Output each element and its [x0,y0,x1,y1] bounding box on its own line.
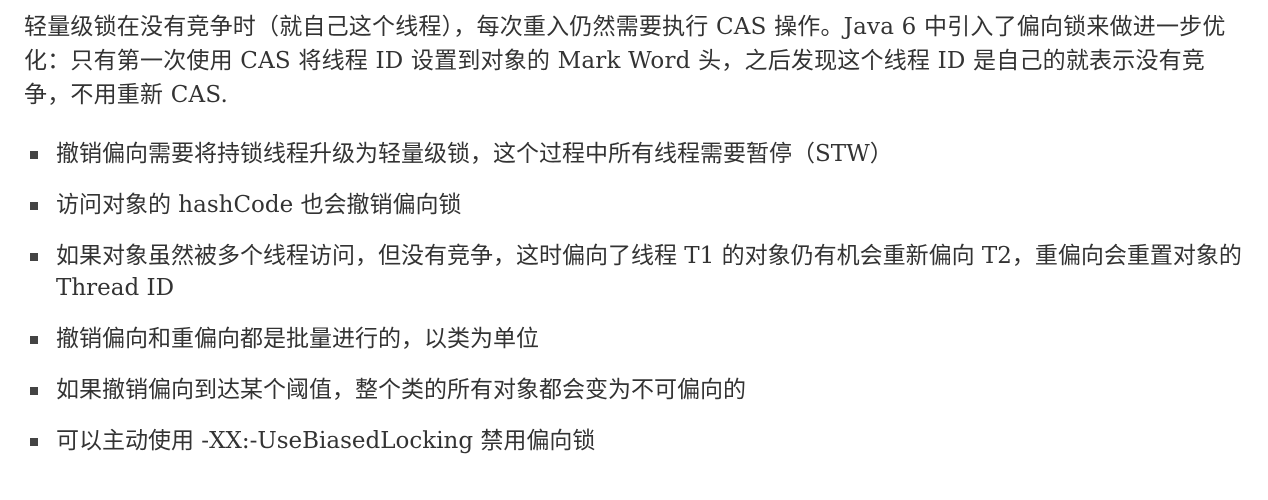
bullet-list: 撤销偏向需要将持锁线程升级为轻量级锁，这个过程中所有线程需要暂停（STW） 访问… [24,138,1244,457]
list-item: 可以主动使用 -XX:-UseBiasedLocking 禁用偏向锁 [24,425,1244,457]
list-item-text: 如果撤销偏向到达某个阈值，整个类的所有对象都会变为不可偏向的 [56,377,746,403]
list-item-text: 访问对象的 hashCode 也会撤销偏向锁 [56,192,462,218]
square-bullet-icon [30,387,38,395]
list-item-text: 撤销偏向和重偏向都是批量进行的，以类为单位 [56,326,539,352]
list-item: 访问对象的 hashCode 也会撤销偏向锁 [24,189,1244,221]
list-item: 如果对象虽然被多个线程访问，但没有竞争，这时偏向了线程 T1 的对象仍有机会重新… [24,240,1244,304]
list-item-text: 撤销偏向需要将持锁线程升级为轻量级锁，这个过程中所有线程需要暂停（STW） [56,141,893,167]
list-item-text: 可以主动使用 -XX:-UseBiasedLocking 禁用偏向锁 [56,428,596,454]
list-item-text: 如果对象虽然被多个线程访问，但没有竞争，这时偏向了线程 T1 的对象仍有机会重新… [56,243,1242,301]
intro-paragraph: 轻量级锁在没有竞争时（就自己这个线程），每次重入仍然需要执行 CAS 操作。Ja… [24,14,1226,108]
square-bullet-icon [30,336,38,344]
square-bullet-icon [30,438,38,446]
square-bullet-icon [30,202,38,210]
list-item: 撤销偏向和重偏向都是批量进行的，以类为单位 [24,323,1244,355]
list-item: 如果撤销偏向到达某个阈值，整个类的所有对象都会变为不可偏向的 [24,374,1244,406]
square-bullet-icon [30,151,38,159]
square-bullet-icon [30,253,38,261]
document-body: 轻量级锁在没有竞争时（就自己这个线程），每次重入仍然需要执行 CAS 操作。Ja… [24,10,1244,476]
list-item: 撤销偏向需要将持锁线程升级为轻量级锁，这个过程中所有线程需要暂停（STW） [24,138,1244,170]
